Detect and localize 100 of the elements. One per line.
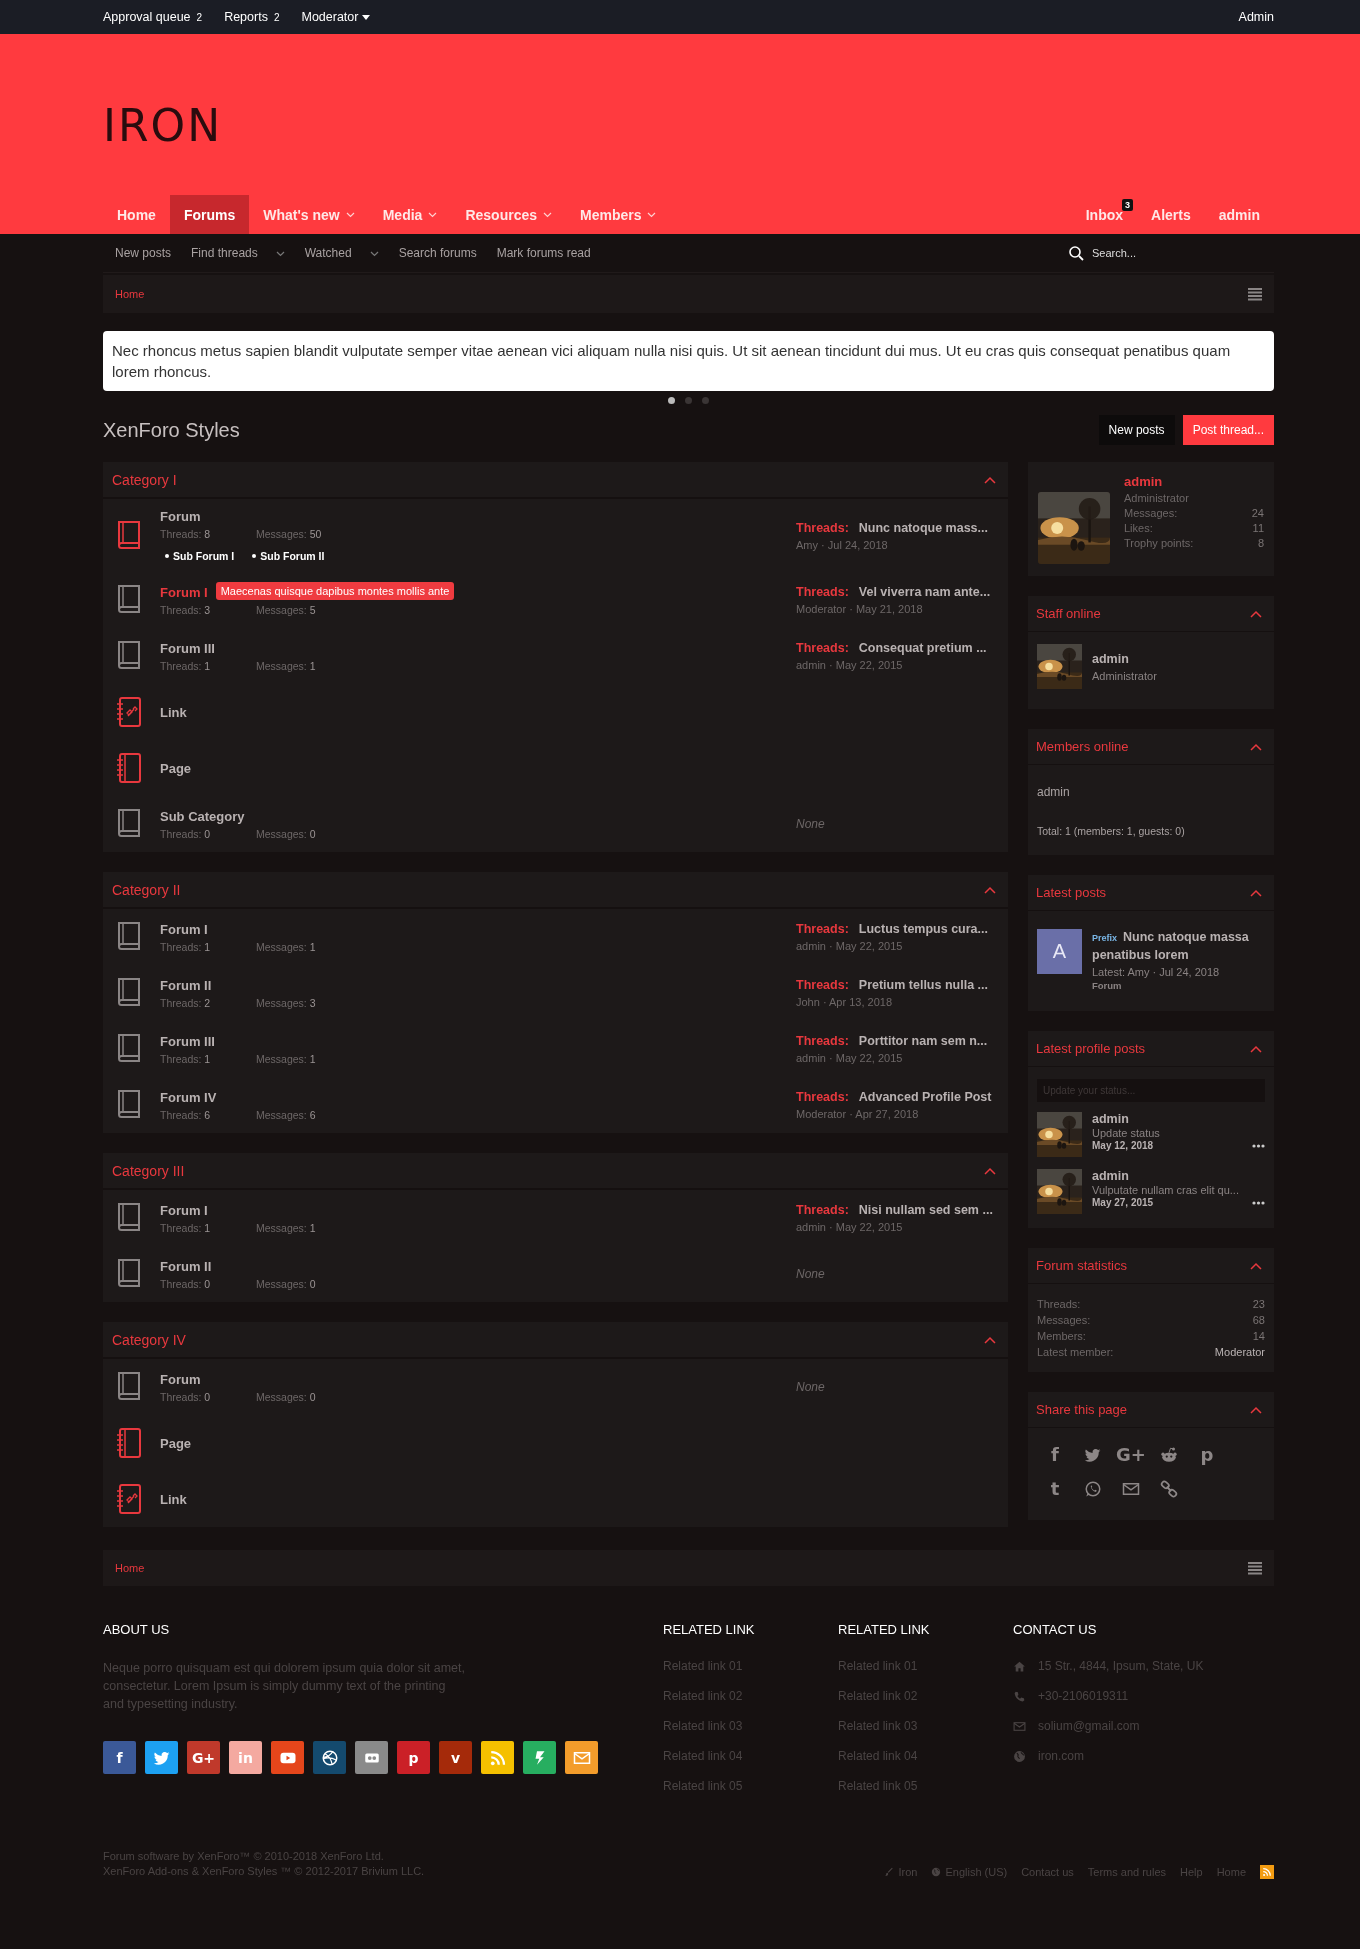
node-title[interactable]: Link xyxy=(160,1491,187,1507)
collapse-icon[interactable] xyxy=(1250,1261,1262,1270)
forum-link[interactable]: Forum xyxy=(1092,980,1265,991)
stat-text: Threads: 1 xyxy=(160,940,212,953)
share-button[interactable]: t xyxy=(1040,1478,1070,1500)
category-title[interactable]: Category III xyxy=(112,1162,185,1179)
count-badge: 3 xyxy=(1122,199,1134,211)
moderator-menu[interactable]: Moderator xyxy=(301,10,371,24)
latest-meta: admin · May 22, 2015 xyxy=(796,659,904,671)
toolbar-link[interactable]: Approval queue 2 xyxy=(103,10,203,24)
site-logo[interactable]: IRON xyxy=(103,100,223,151)
node-title[interactable]: Page xyxy=(160,1435,192,1451)
new-posts-button[interactable]: New posts xyxy=(1098,415,1175,445)
more-icon[interactable] xyxy=(1252,1143,1265,1148)
user-name[interactable]: admin xyxy=(1092,1112,1265,1126)
latest-label: Threads: xyxy=(796,978,849,992)
stat-value: 23 xyxy=(1252,1297,1265,1312)
search-field[interactable]: Search... xyxy=(1092,247,1252,259)
collapse-icon[interactable] xyxy=(1250,1405,1262,1414)
stat-value: Moderator xyxy=(1214,1345,1265,1360)
node-title[interactable]: Forum IV xyxy=(160,1089,217,1105)
thread-link[interactable]: Consequat pretium ... xyxy=(858,641,987,655)
post-date: May 27, 2015 xyxy=(1092,1197,1154,1208)
thread-link[interactable]: Advanced Profile Post xyxy=(858,1090,992,1104)
phone-icon xyxy=(1013,1689,1026,1703)
node-title[interactable]: Link xyxy=(160,704,187,720)
share-button[interactable]: f xyxy=(1040,1444,1070,1466)
node-title[interactable]: Forum III xyxy=(160,640,215,656)
node-title[interactable]: Forum I xyxy=(160,1202,208,1218)
latest-meta: admin · May 22, 2015 xyxy=(796,1052,904,1064)
subforum-link[interactable]: Sub Forum II xyxy=(260,550,325,562)
social-button[interactable] xyxy=(271,1741,304,1774)
menu-icon[interactable] xyxy=(1248,1561,1262,1575)
node-title[interactable]: Forum xyxy=(160,1371,201,1387)
node-title[interactable]: Page xyxy=(160,760,192,776)
breadcrumb-link[interactable]: Home xyxy=(115,288,145,300)
thread-link[interactable]: Vel viverra nam ante... xyxy=(858,585,991,599)
user-name[interactable]: admin xyxy=(1124,474,1264,489)
post-thread-button[interactable]: Post thread... xyxy=(1182,415,1274,445)
latest-label: Threads: xyxy=(796,585,849,599)
share-button[interactable]: p xyxy=(1192,1444,1222,1466)
account-link[interactable]: Admin xyxy=(1238,10,1274,24)
carousel-dot[interactable] xyxy=(685,397,692,404)
category-title[interactable]: Category IV xyxy=(112,1331,186,1348)
subnav-link[interactable]: Watched xyxy=(292,246,387,260)
user-name[interactable]: admin xyxy=(1092,651,1157,666)
social-button[interactable]: v xyxy=(439,1741,472,1774)
node-title[interactable]: Forum xyxy=(160,509,201,524)
globe-icon xyxy=(1013,1749,1026,1763)
collapse-icon[interactable] xyxy=(984,1166,996,1175)
toolbar-link[interactable]: Reports 2 xyxy=(224,10,280,24)
collapse-icon[interactable] xyxy=(1250,609,1262,618)
stat-text: Messages: 0 xyxy=(256,827,317,840)
subforum-link[interactable]: Sub Forum I xyxy=(173,550,235,562)
social-button[interactable]: f xyxy=(103,1741,136,1774)
node-title[interactable]: Sub Category xyxy=(160,808,245,824)
subnav-link[interactable]: Mark forums read xyxy=(484,246,599,260)
collapse-icon[interactable] xyxy=(1250,742,1262,751)
subnav-link[interactable]: Search forums xyxy=(386,246,485,260)
carousel-dot[interactable] xyxy=(668,397,675,404)
widget-title: Members online xyxy=(1036,739,1129,754)
stat-text: Threads: 2 xyxy=(160,996,212,1009)
collapse-icon[interactable] xyxy=(984,885,996,894)
node-title[interactable]: Forum II xyxy=(160,1258,212,1274)
none-text: None xyxy=(796,817,825,831)
thread-link[interactable]: Porttitor nam sem n... xyxy=(858,1034,988,1048)
home-icon xyxy=(1013,1659,1026,1673)
category-title[interactable]: Category II xyxy=(112,881,181,898)
share-button[interactable]: G+ xyxy=(1116,1444,1146,1466)
user-name[interactable]: admin xyxy=(1037,785,1265,799)
user-name[interactable]: admin xyxy=(1092,1169,1265,1183)
collapse-icon[interactable] xyxy=(1250,1044,1262,1053)
collapse-icon[interactable] xyxy=(1250,888,1262,897)
node-title[interactable]: Forum II xyxy=(160,977,212,993)
thread-link[interactable]: Nisi nullam sed sem ... xyxy=(858,1203,993,1217)
stat-value: 24 xyxy=(1251,507,1264,519)
caret-icon xyxy=(362,14,371,20)
subnav-link[interactable]: New posts xyxy=(103,246,180,260)
nav-tab[interactable]: Forums xyxy=(169,195,250,234)
node-title[interactable]: Forum III xyxy=(160,1033,215,1049)
thread-link[interactable]: Nunc natoque mass... xyxy=(858,520,988,535)
social-button[interactable]: G+ xyxy=(187,1741,220,1774)
post-title[interactable]: Prefix Nunc natoque massa penatibus lorem xyxy=(1092,929,1265,964)
subnav-link[interactable]: Find threads xyxy=(179,246,293,260)
stat-text: Threads: 3 xyxy=(160,603,212,616)
thread-link[interactable]: Luctus tempus cura... xyxy=(858,922,988,936)
more-icon[interactable] xyxy=(1252,1200,1265,1205)
carousel-dot[interactable] xyxy=(702,397,709,404)
social-button[interactable] xyxy=(313,1741,346,1774)
none-text: None xyxy=(796,1380,825,1394)
menu-icon[interactable] xyxy=(1248,287,1262,301)
category-title[interactable]: Category I xyxy=(112,471,177,488)
none-text: None xyxy=(796,1267,825,1281)
node-title[interactable]: Forum I xyxy=(160,921,208,937)
collapse-icon[interactable] xyxy=(984,1335,996,1344)
collapse-icon[interactable] xyxy=(984,475,996,484)
stat-label: Members: xyxy=(1037,1329,1086,1344)
thread-link[interactable]: Pretium tellus nulla ... xyxy=(858,978,988,992)
social-button[interactable]: p xyxy=(397,1741,430,1774)
breadcrumb-link[interactable]: Home xyxy=(115,1562,145,1574)
